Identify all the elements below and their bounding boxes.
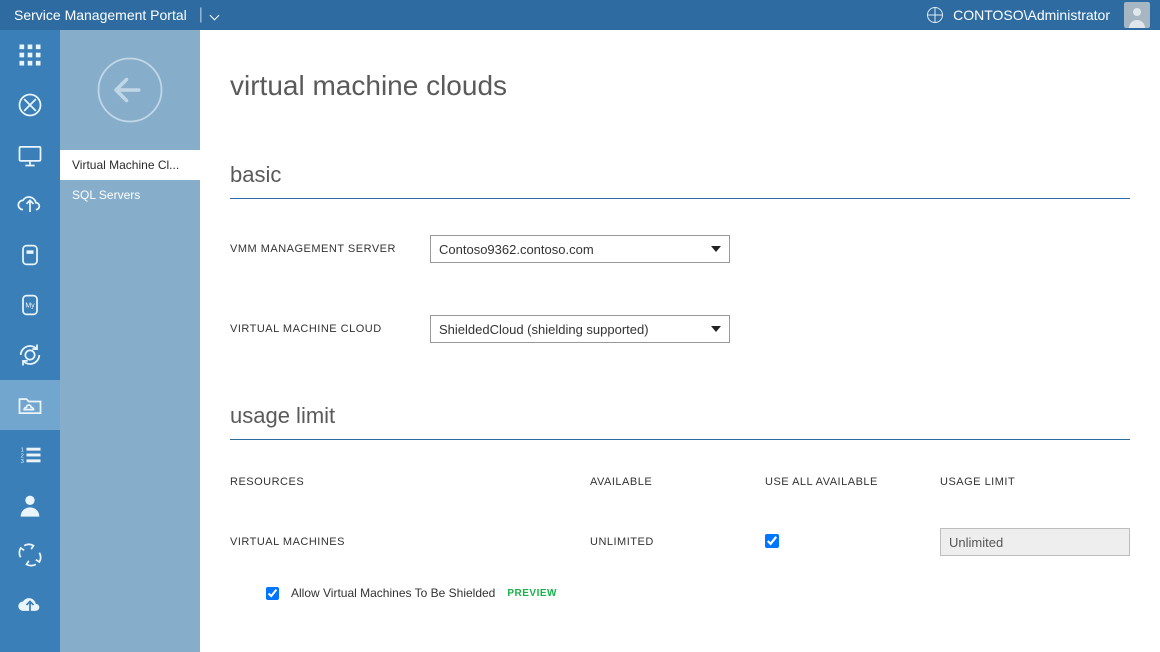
- user-area[interactable]: CONTOSO\Administrator: [927, 2, 1150, 28]
- upload-cloud-icon: [16, 191, 44, 219]
- chevron-down-icon[interactable]: [211, 8, 225, 22]
- rail-recycle[interactable]: [0, 530, 60, 580]
- usage-row-resource: VIRTUAL MACHINES: [230, 536, 590, 548]
- shield-option-row: Allow Virtual Machines To Be Shielded PR…: [230, 586, 1130, 600]
- rail-person[interactable]: [0, 480, 60, 530]
- database-icon: [16, 241, 44, 269]
- rail-cloud-up[interactable]: [0, 580, 60, 630]
- globe-icon: [927, 7, 943, 23]
- sidebar-item-label: Virtual Machine Cl...: [72, 158, 179, 172]
- gear-refresh-icon: [16, 341, 44, 369]
- browser-icon: [16, 91, 44, 119]
- list-icon: 1 2 3: [16, 441, 44, 469]
- section-basic-title: basic: [230, 162, 1130, 188]
- section-usage: usage limit RESOURCES AVAILABLE USE ALL …: [230, 403, 1130, 600]
- rail-cloud-folder[interactable]: [0, 380, 60, 430]
- sidebar: Virtual Machine Cl... SQL Servers: [60, 30, 200, 652]
- top-bar: Service Management Portal | CONTOSO\Admi…: [0, 0, 1160, 30]
- cloud-up-icon: [16, 591, 44, 619]
- field-vm-cloud: VIRTUAL MACHINE CLOUD ShieldedCloud (shi…: [230, 315, 1130, 343]
- nav-rail: My 1 2 3: [0, 30, 60, 652]
- vm-cloud-select[interactable]: ShieldedCloud (shielding supported): [430, 315, 730, 343]
- usage-head-use-all: USE ALL AVAILABLE: [765, 476, 940, 488]
- field-vmm-server: VMM MANAGEMENT SERVER Contoso9362.contos…: [230, 235, 1130, 263]
- sidebar-item-vm-clouds[interactable]: Virtual Machine Cl...: [60, 150, 200, 180]
- grid-icon: [16, 41, 44, 69]
- vm-cloud-label: VIRTUAL MACHINE CLOUD: [230, 323, 430, 335]
- recycle-icon: [16, 541, 44, 569]
- rail-monitor[interactable]: [0, 130, 60, 180]
- use-all-checkbox[interactable]: [765, 534, 779, 548]
- rail-list[interactable]: 1 2 3: [0, 430, 60, 480]
- back-arrow-icon: [95, 55, 165, 125]
- section-basic: basic VMM MANAGEMENT SERVER Contoso9362.…: [230, 162, 1130, 343]
- back-button[interactable]: [60, 30, 200, 150]
- page-title: virtual machine clouds: [230, 70, 1130, 102]
- vmm-server-select[interactable]: Contoso9362.contoso.com: [430, 235, 730, 263]
- rail-mysql[interactable]: My: [0, 280, 60, 330]
- person-icon: [16, 491, 44, 519]
- allow-shielded-checkbox[interactable]: [266, 587, 279, 600]
- monitor-icon: [16, 141, 44, 169]
- vmm-server-label: VMM MANAGEMENT SERVER: [230, 243, 430, 255]
- usage-limit-input[interactable]: [940, 528, 1130, 556]
- sidebar-item-sql-servers[interactable]: SQL Servers: [60, 180, 200, 210]
- rail-database[interactable]: [0, 230, 60, 280]
- usage-row-limit-cell: [940, 528, 1140, 556]
- preview-badge: PREVIEW: [507, 588, 557, 599]
- usage-head-usage-limit: USAGE LIMIT: [940, 476, 1140, 488]
- mysql-icon: My: [16, 291, 44, 319]
- section-usage-sep: [230, 439, 1130, 440]
- user-name: CONTOSO\Administrator: [953, 7, 1110, 23]
- section-basic-sep: [230, 198, 1130, 199]
- usage-grid: RESOURCES AVAILABLE USE ALL AVAILABLE US…: [230, 476, 1130, 556]
- rail-gear[interactable]: [0, 330, 60, 380]
- usage-row-available: UNLIMITED: [590, 536, 765, 548]
- usage-row-useall-cell: [765, 534, 940, 551]
- avatar[interactable]: [1124, 2, 1150, 28]
- app-title: Service Management Portal: [14, 7, 187, 23]
- rail-upload[interactable]: [0, 180, 60, 230]
- rail-grid[interactable]: [0, 30, 60, 80]
- usage-head-available: AVAILABLE: [590, 476, 765, 488]
- rail-browser[interactable]: [0, 80, 60, 130]
- svg-text:My: My: [25, 302, 35, 309]
- main-content: virtual machine clouds basic VMM MANAGEM…: [200, 30, 1160, 652]
- cloud-folder-icon: [16, 391, 44, 419]
- svg-text:3: 3: [21, 459, 24, 465]
- section-usage-title: usage limit: [230, 403, 1130, 429]
- usage-head-resources: RESOURCES: [230, 476, 590, 488]
- sidebar-item-label: SQL Servers: [72, 188, 140, 202]
- allow-shielded-label: Allow Virtual Machines To Be Shielded: [291, 586, 495, 600]
- topbar-divider: |: [199, 6, 203, 24]
